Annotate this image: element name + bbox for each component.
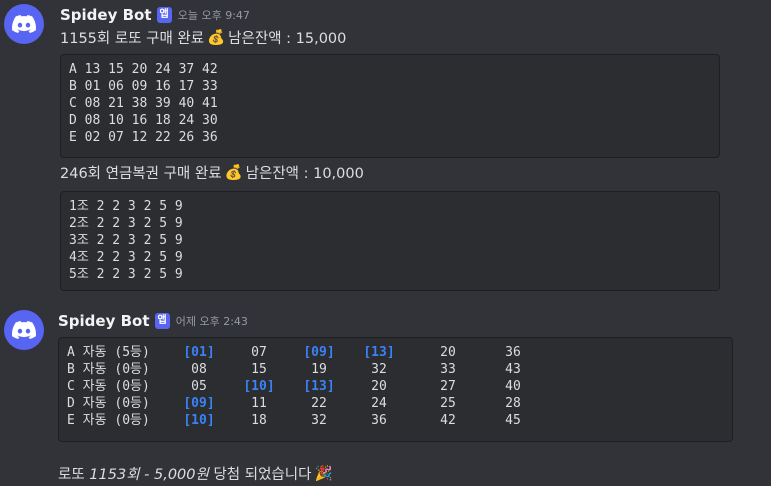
code-line: 3조 2 2 3 2 5 9: [69, 233, 183, 248]
ticket-label: B 자동 (0등): [67, 362, 150, 377]
ticket-number: 20: [440, 345, 456, 360]
ticket-number: 15: [251, 362, 267, 377]
username[interactable]: Spidey Bot: [58, 312, 150, 330]
bot-avatar[interactable]: [4, 4, 44, 44]
matched-number: [10]: [243, 379, 275, 394]
code-line: 5조 2 2 3 2 5 9: [69, 267, 183, 282]
table-row: C 자동 (0등) 05 [10] [13] 20 27 40: [67, 378, 724, 395]
pension-numbers-codeblock: 1조 2 2 3 2 5 9 2조 2 2 3 2 5 9 3조 2 2 3 2 5…: [60, 191, 720, 291]
code-line: E 02 07 12 22 26 36: [69, 130, 218, 145]
ticket-number: 45: [505, 413, 521, 428]
matched-number: [13]: [363, 345, 395, 360]
ticket-number: 28: [505, 396, 521, 411]
matched-number: [09]: [303, 345, 335, 360]
ticket-number: 07: [251, 345, 267, 360]
ticket-number: 36: [505, 345, 521, 360]
ticket-number: 33: [440, 362, 456, 377]
code-line: D 08 10 16 18 24 30: [69, 113, 218, 128]
discord-logo-icon: [12, 15, 36, 33]
pension-purchase-line: 246회 연금복권 구매 완료 💰 남은잔액 : 10,000: [60, 161, 771, 183]
app-badge: 앱: [154, 313, 170, 329]
ticket-label: D 자동 (0등): [67, 396, 150, 411]
pension-purchase-text: 246회 연금복권 구매 완료: [60, 165, 222, 182]
ticket-number: 08: [191, 362, 207, 377]
ticket-number: 32: [311, 413, 327, 428]
table-row: A 자동 (5등) [01] 07 [09] [13] 20 36: [67, 344, 724, 361]
ticket-number: 25: [440, 396, 456, 411]
timestamp: 어제 오후 2:43: [175, 315, 248, 328]
lotto-balance-text: 남은잔액 : 15,000: [228, 30, 347, 47]
matched-number: [01]: [183, 345, 215, 360]
win-round-amount-text: 1153회 - 5,000원: [89, 466, 209, 483]
username[interactable]: Spidey Bot: [60, 6, 152, 24]
code-line: A 13 15 20 24 37 42: [69, 62, 218, 77]
code-line: 2조 2 2 3 2 5 9: [69, 216, 183, 231]
lotto-result-table: A 자동 (5등) [01] 07 [09] [13] 20 36 B 자동 (0등) 08 15…: [58, 337, 733, 442]
lotto-purchase-text: 1155회 로또 구매 완료: [60, 30, 205, 47]
win-prefix-text: 로또: [58, 466, 85, 483]
code-line: B 01 06 09 16 17 33: [69, 79, 218, 94]
ticket-number: 24: [371, 396, 387, 411]
ticket-number: 36: [371, 413, 387, 428]
pension-balance-text: 남은잔액 : 10,000: [245, 165, 364, 182]
code-line: 1조 2 2 3 2 5 9: [69, 199, 183, 214]
table-row: B 자동 (0등) 08 15 19 32 33 43: [67, 361, 724, 378]
ticket-number: 11: [251, 396, 267, 411]
ticket-label: A 자동 (5등): [67, 345, 150, 360]
ticket-number: 22: [311, 396, 327, 411]
ticket-number: 27: [440, 379, 456, 394]
code-line: 4조 2 2 3 2 5 9: [69, 250, 183, 265]
matched-number: [13]: [303, 379, 335, 394]
table-row: D 자동 (0등) [09] 11 22 24 25 28: [67, 395, 724, 412]
party-popper-icon: 🎉: [314, 465, 333, 482]
ticket-number: 19: [311, 362, 327, 377]
discord-logo-icon: [12, 321, 36, 339]
ticket-label: C 자동 (0등): [67, 379, 150, 394]
bot-avatar[interactable]: [4, 310, 44, 350]
ticket-number: 42: [440, 413, 456, 428]
app-badge: 앱: [156, 7, 172, 23]
ticket-number: 05: [191, 379, 207, 394]
table-row: E 자동 (0등) [10] 18 32 36 42 45: [67, 412, 724, 429]
ticket-number: 40: [505, 379, 521, 394]
matched-number: [10]: [183, 413, 215, 428]
lotto-purchase-line: 1155회 로또 구매 완료 💰 남은잔액 : 15,000: [60, 26, 771, 48]
ticket-number: 20: [371, 379, 387, 394]
lotto-numbers-codeblock: A 13 15 20 24 37 42 B 01 06 09 16 17 33 C …: [60, 54, 720, 158]
code-line: C 08 21 38 39 40 41: [69, 96, 218, 111]
money-bag-icon: 💰: [224, 164, 243, 181]
win-result-line: 로또 1153회 - 5,000원 당첨 되었습니다 🎉: [58, 462, 771, 484]
win-suffix-text: 당첨 되었습니다: [213, 466, 312, 483]
money-bag-icon: 💰: [207, 29, 226, 46]
ticket-number: 43: [505, 362, 521, 377]
timestamp: 오늘 오후 9:47: [177, 9, 250, 22]
ticket-number: 18: [251, 413, 267, 428]
message-header: Spidey Bot 앱 오늘 오후 9:47: [60, 4, 771, 26]
ticket-number: 32: [371, 362, 387, 377]
matched-number: [09]: [183, 396, 215, 411]
ticket-label: E 자동 (0등): [67, 413, 150, 428]
message-header: Spidey Bot 앱 어제 오후 2:43: [58, 310, 771, 332]
